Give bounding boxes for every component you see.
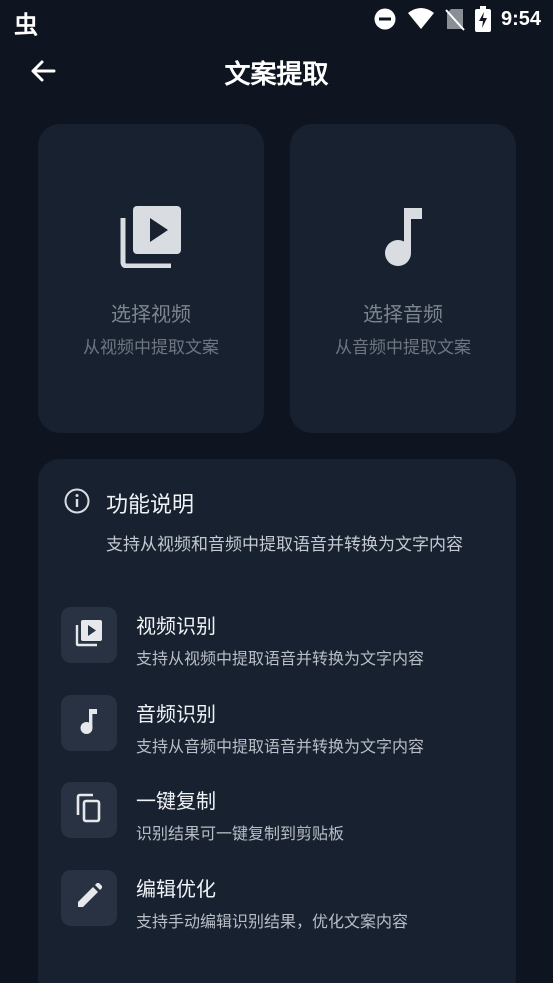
feature-icon-box [61, 695, 117, 751]
feature-item-edit: 编辑优化 支持手动编辑识别结果，优化文案内容 [61, 870, 501, 931]
feature-panel: 功能说明 支持从视频和音频中提取语音并转换为文字内容 视频识别 支持从视频中提取… [38, 459, 516, 983]
feature-title: 视频识别 [136, 614, 216, 638]
app-notification-icon: 虫 [14, 11, 38, 39]
feature-title: 一键复制 [136, 789, 216, 813]
page-title: 文案提取 [224, 60, 329, 90]
video-library-icon [119, 204, 183, 272]
video-library-icon [75, 619, 103, 651]
music-note-icon [378, 204, 428, 272]
feature-description: 支持从视频中提取语音并转换为文字内容 [136, 649, 425, 668]
panel-title: 功能说明 [106, 493, 195, 518]
copy-icon [75, 793, 103, 827]
feature-item-copy: 一键复制 识别结果可一键复制到剪贴板 [61, 782, 501, 843]
feature-item-audio: 音频识别 支持从音频中提取语音并转换为文字内容 [61, 695, 501, 756]
feature-title: 音频识别 [136, 702, 216, 726]
select-audio-subtitle: 从音频中提取文案 [335, 338, 471, 358]
feature-item-video: 视频识别 支持从视频中提取语音并转换为文字内容 [61, 607, 501, 668]
wifi-icon [407, 7, 435, 31]
do-not-disturb-icon [373, 7, 397, 31]
feature-title: 编辑优化 [136, 877, 216, 901]
select-audio-title: 选择音频 [363, 302, 443, 326]
panel-description: 支持从视频和音频中提取语音并转换为文字内容 [106, 535, 463, 555]
status-icons: 9:54 [373, 4, 541, 34]
no-sim-icon [445, 7, 465, 31]
status-bar: 虫 9:54 [0, 0, 553, 39]
feature-description: 识别结果可一键复制到剪贴板 [136, 824, 345, 843]
select-video-subtitle: 从视频中提取文案 [83, 338, 219, 358]
feature-icon-box [61, 782, 117, 838]
battery-charging-icon [474, 6, 491, 32]
info-icon [64, 488, 90, 518]
edit-pencil-icon [76, 882, 103, 913]
select-video-title: 选择视频 [111, 302, 191, 326]
select-audio-card[interactable]: 选择音频 从音频中提取文案 [290, 124, 516, 433]
feature-icon-box [61, 607, 117, 663]
feature-description: 支持手动编辑识别结果，优化文案内容 [136, 912, 409, 931]
feature-icon-box [61, 870, 117, 926]
select-video-card[interactable]: 选择视频 从视频中提取文案 [38, 124, 264, 433]
music-note-icon [78, 707, 100, 739]
feature-description: 支持从音频中提取语音并转换为文字内容 [136, 737, 425, 756]
app-header: 文案提取 [0, 44, 553, 100]
status-time: 9:54 [500, 7, 541, 30]
